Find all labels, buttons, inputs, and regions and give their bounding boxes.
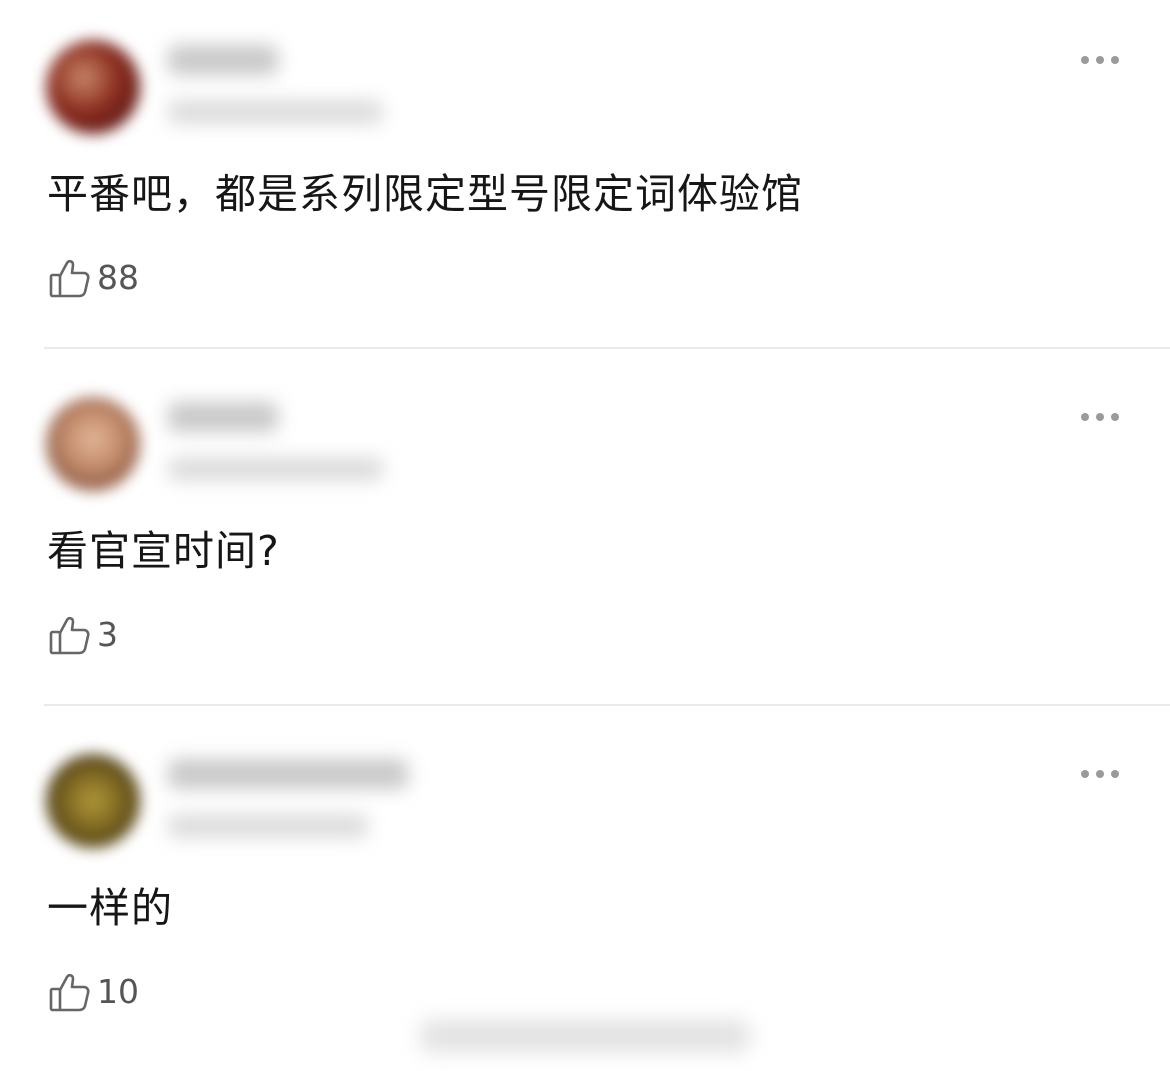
username-redacted: [168, 759, 408, 789]
divider: [44, 704, 1170, 706]
avatar[interactable]: [46, 754, 140, 848]
post-meta-redacted: [168, 814, 368, 838]
more-options-button[interactable]: [1072, 48, 1128, 72]
more-dots-icon: [1081, 770, 1089, 778]
like-count: 10: [97, 972, 139, 1011]
comment-text: 一样的: [47, 884, 173, 932]
thumbs-up-icon: [47, 255, 93, 301]
avatar[interactable]: [46, 40, 140, 134]
like-count: 88: [97, 258, 139, 297]
like-button[interactable]: 3: [47, 612, 118, 658]
more-dots-icon: [1081, 413, 1089, 421]
comment-item: 一样的 10: [0, 714, 1170, 1071]
redacted-area: [420, 1020, 750, 1052]
more-dots-icon: [1081, 56, 1089, 64]
username-redacted: [168, 45, 278, 75]
comment-item: 平番吧，都是系列限定型号限定词体验馆 88: [0, 0, 1170, 357]
thumbs-up-icon: [47, 612, 93, 658]
more-options-button[interactable]: [1072, 762, 1128, 786]
thumbs-up-icon: [47, 969, 93, 1015]
divider: [44, 347, 1170, 349]
avatar[interactable]: [46, 397, 140, 491]
comment-text: 看官宣时间?: [47, 527, 280, 575]
comment-text: 平番吧，都是系列限定型号限定词体验馆: [47, 170, 803, 218]
username-redacted: [168, 402, 278, 432]
like-button[interactable]: 88: [47, 255, 139, 301]
like-count: 3: [97, 615, 118, 654]
post-meta-redacted: [168, 457, 383, 481]
more-options-button[interactable]: [1072, 405, 1128, 429]
post-meta-redacted: [168, 100, 383, 124]
comment-item: 看官宣时间? 3: [0, 357, 1170, 714]
like-button[interactable]: 10: [47, 969, 139, 1015]
